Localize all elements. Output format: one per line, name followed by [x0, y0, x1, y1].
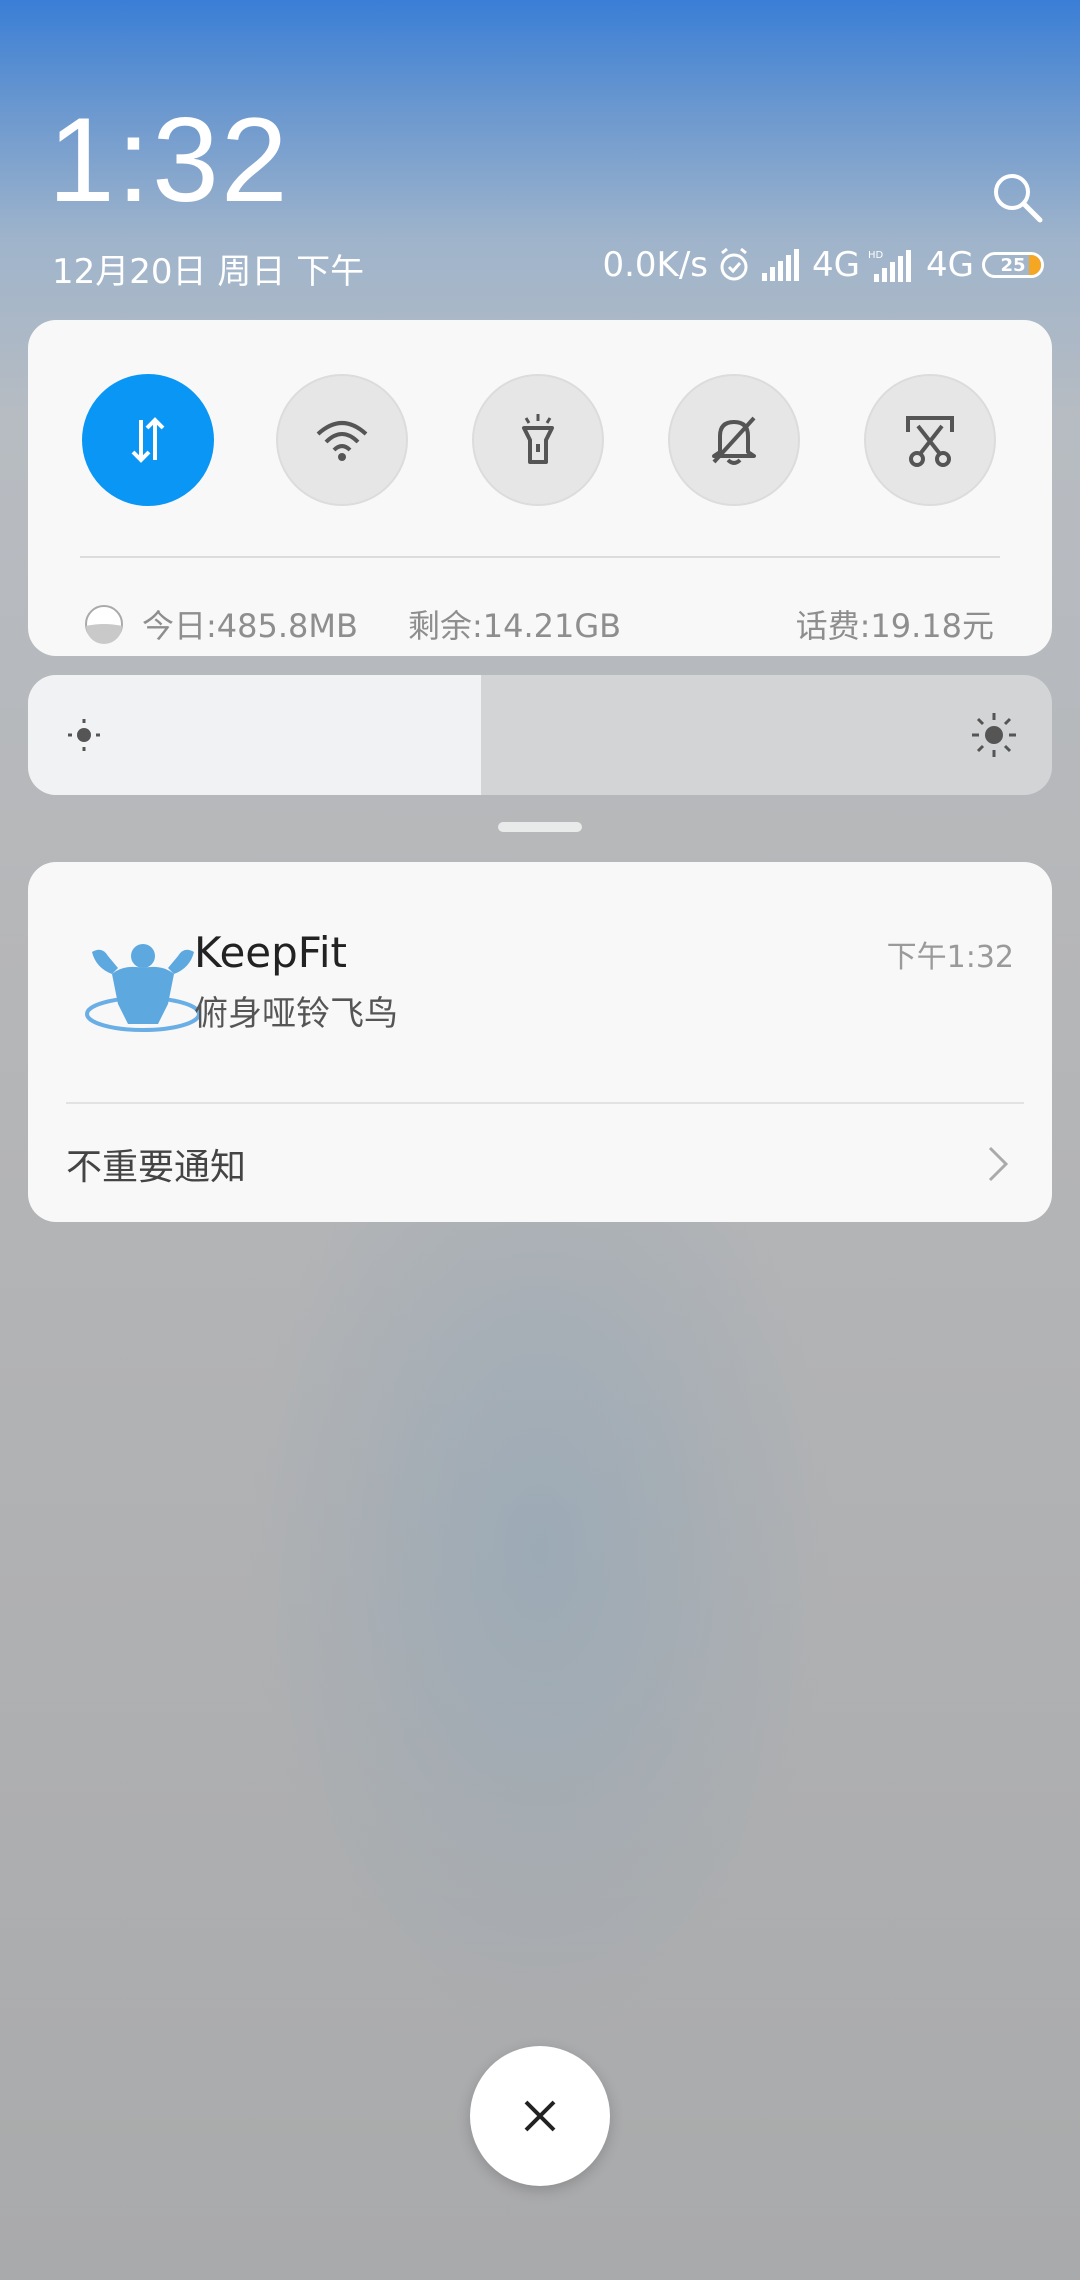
alarm-icon [720, 247, 748, 281]
keepfit-muscle-icon [85, 944, 201, 1032]
sim1-network-type: 4G [812, 245, 861, 285]
wifi-toggle[interactable] [276, 374, 408, 506]
close-icon [524, 2100, 556, 2132]
notification-text: 俯身哑铃飞鸟 [194, 994, 398, 1034]
mobile-data-toggle[interactable] [82, 374, 214, 506]
drag-handle[interactable] [498, 822, 582, 832]
battery-icon: 25 [982, 252, 1044, 278]
notification-app-name: KeepFit [194, 928, 348, 977]
sim2-network-type: 4G [926, 245, 974, 285]
signal-icon: HD [868, 250, 912, 282]
minor-notifications-row[interactable]: 不重要通知 [66, 1106, 1012, 1222]
net-speed: 0.0K/s [602, 245, 709, 285]
data-arrows-icon [131, 417, 165, 463]
data-usage-row[interactable]: 今日:485.8MB 剩余:14.21GB 话费:19.18元 [84, 584, 994, 664]
brightness-slider[interactable] [28, 675, 1052, 795]
battery-level: 25 [1000, 254, 1026, 276]
notification-card[interactable]: KeepFit 俯身哑铃飞鸟 下午1:32 不重要通知 [28, 862, 1052, 1222]
brightness-high-icon [972, 713, 1016, 757]
minor-notifications-label: 不重要通知 [66, 1147, 247, 1188]
screenshot-scissors-icon [906, 416, 954, 467]
quick-settings-panel: 今日:485.8MB 剩余:14.21GB 话费:19.18元 [28, 320, 1052, 656]
data-used-today: 今日:485.8MB [142, 607, 358, 645]
search-icon[interactable] [990, 170, 1046, 226]
flashlight-icon [522, 414, 554, 464]
notification-time: 下午1:32 [886, 940, 1014, 975]
data-remaining: 剩余:14.21GB [407, 607, 622, 645]
clear-all-button[interactable] [470, 2046, 610, 2186]
brightness-low-icon [68, 719, 100, 751]
phone-balance: 话费:19.18元 [795, 607, 994, 645]
mute-toggle[interactable] [668, 374, 800, 506]
divider [66, 1102, 1024, 1104]
screenshot-toggle[interactable] [864, 374, 996, 506]
chevron-right-icon [988, 1146, 1009, 1182]
date-label: 12月20日 周日 下午 [52, 252, 365, 292]
status-bar: 0.0K/s 4G HD 4G 25 [602, 240, 1044, 290]
bell-off-icon [712, 416, 756, 465]
wifi-icon [316, 421, 368, 461]
clock-time: 1:32 [48, 93, 290, 227]
flashlight-toggle[interactable] [472, 374, 604, 506]
svg-text:HD: HD [868, 250, 884, 261]
divider [80, 556, 1000, 558]
signal-icon [762, 249, 800, 281]
data-usage-icon [85, 605, 123, 644]
